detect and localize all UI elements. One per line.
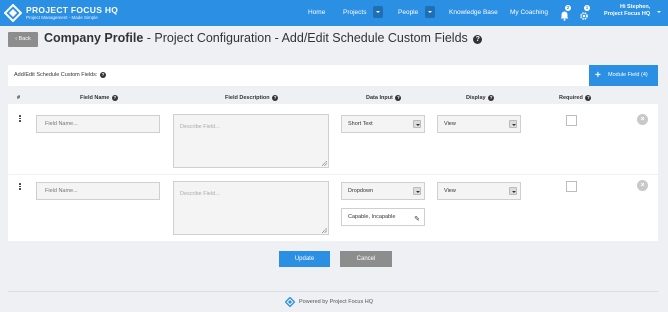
- page-title: Company Profile - Project Configuration …: [44, 31, 483, 45]
- data-input-help-icon[interactable]: ?: [395, 95, 402, 101]
- cancel-button[interactable]: Cancel: [340, 251, 392, 267]
- brand-name: PROJECT FOCUS HQ: [26, 4, 119, 15]
- brand-tagline: Project Management - Made Simple: [26, 15, 98, 20]
- required-checkbox[interactable]: [566, 115, 577, 126]
- footer: Powered by Project Focus HQ: [284, 296, 373, 308]
- footer-logo-icon: [284, 296, 296, 308]
- column-header-field-description-label: Field Description: [225, 95, 270, 101]
- panel-help-icon[interactable]: ?: [100, 72, 106, 78]
- display-value: View: [444, 188, 456, 194]
- data-input-select[interactable]: Short Text: [341, 115, 425, 133]
- custom-field-row: Describe Field... Dropdown Capable, Inca…: [8, 175, 658, 241]
- data-input-select[interactable]: Dropdown: [341, 182, 425, 200]
- top-navigation-bar: PROJECT FOCUS HQ Project Management - Ma…: [0, 0, 668, 26]
- column-header-data-input: Data Input ?: [366, 95, 402, 101]
- data-input-value: Short Text: [348, 121, 373, 127]
- required-help-icon[interactable]: ?: [585, 95, 592, 101]
- column-header-display: Display ?: [466, 95, 495, 101]
- notifications-count-badge: 2: [565, 5, 571, 11]
- column-header-data-input-label: Data Input: [366, 95, 393, 101]
- nav-knowledge-base[interactable]: Knowledge Base: [449, 0, 498, 26]
- column-header-display-label: Display: [466, 95, 486, 101]
- column-header-required-label: Required: [559, 95, 583, 101]
- update-button[interactable]: Update: [279, 251, 330, 267]
- pencil-icon[interactable]: ✎: [414, 212, 420, 228]
- drag-handle-icon[interactable]: [19, 183, 21, 191]
- data-input-value: Dropdown: [348, 188, 374, 194]
- chevron-down-icon: [413, 187, 421, 195]
- dropdown-options-field[interactable]: Capable, Incapable ✎: [341, 208, 425, 226]
- chevron-down-icon: [509, 187, 517, 195]
- display-help-icon[interactable]: ?: [488, 95, 495, 101]
- dropdown-options-value: Capable, Incapable: [348, 214, 396, 220]
- column-header-required: Required ?: [559, 95, 592, 101]
- custom-field-row: Describe Field... Short Text View ×: [8, 104, 658, 174]
- field-name-help-icon[interactable]: ?: [111, 95, 118, 101]
- brand-logo-icon: [3, 3, 23, 23]
- required-checkbox[interactable]: [566, 181, 577, 192]
- remove-field-icon[interactable]: ×: [637, 180, 648, 191]
- page-title-main: Company Profile: [44, 31, 144, 45]
- field-description-textarea[interactable]: Describe Field...: [173, 181, 329, 235]
- nav-home[interactable]: Home: [308, 0, 325, 26]
- panel-label: Add/Edit Schedule Custom Fields: ?: [14, 72, 106, 78]
- column-header-field-name-label: Field Name: [80, 95, 110, 101]
- display-select[interactable]: View: [437, 115, 521, 133]
- user-menu[interactable]: Hi Stephen, Project Focus HQ: [604, 4, 651, 18]
- page-title-path: - Project Configuration - Add/Edit Sched…: [143, 31, 468, 45]
- back-button-label: Back: [18, 36, 31, 42]
- footer-divider: [8, 291, 658, 292]
- plus-icon: +: [595, 70, 601, 81]
- user-menu-chevron-down-icon[interactable]: [657, 11, 661, 13]
- page-help-icon[interactable]: ?: [473, 35, 483, 44]
- chevron-down-icon: [509, 120, 517, 128]
- module-field-button[interactable]: + Module Field (4): [589, 65, 658, 86]
- field-name-input[interactable]: [36, 182, 160, 200]
- remove-field-icon[interactable]: ×: [637, 114, 648, 125]
- nav-people[interactable]: People: [398, 0, 418, 26]
- column-header-field-description: Field Description ?: [225, 95, 279, 101]
- field-name-input[interactable]: [36, 115, 160, 133]
- user-company: Project Focus HQ: [604, 11, 651, 17]
- display-value: View: [444, 121, 456, 127]
- projects-dropdown-toggle[interactable]: [373, 6, 383, 18]
- field-description-textarea[interactable]: Describe Field...: [173, 114, 329, 168]
- custom-fields-panel-header: Add/Edit Schedule Custom Fields: ?: [8, 65, 658, 86]
- back-button[interactable]: ‹ Back: [8, 32, 38, 47]
- module-field-button-label: Module Field (4): [608, 72, 648, 78]
- people-dropdown-toggle[interactable]: [425, 6, 435, 18]
- nav-projects[interactable]: Projects: [343, 0, 366, 26]
- chevron-down-icon: [413, 120, 421, 128]
- drag-handle-icon[interactable]: [19, 115, 21, 123]
- settings-count-badge: 1: [584, 5, 590, 11]
- column-header-hash: #: [17, 95, 21, 101]
- display-select[interactable]: View: [437, 182, 521, 200]
- footer-text: Powered by Project Focus HQ: [299, 299, 373, 305]
- user-greeting: Hi Stephen,: [620, 4, 651, 10]
- nav-my-coaching[interactable]: My Coaching: [510, 0, 548, 26]
- column-header-field-name: Field Name ?: [80, 95, 118, 101]
- brand-logo[interactable]: PROJECT FOCUS HQ Project Management - Ma…: [3, 3, 119, 23]
- panel-label-text: Add/Edit Schedule Custom Fields:: [14, 72, 98, 78]
- field-description-help-icon[interactable]: ?: [272, 95, 279, 101]
